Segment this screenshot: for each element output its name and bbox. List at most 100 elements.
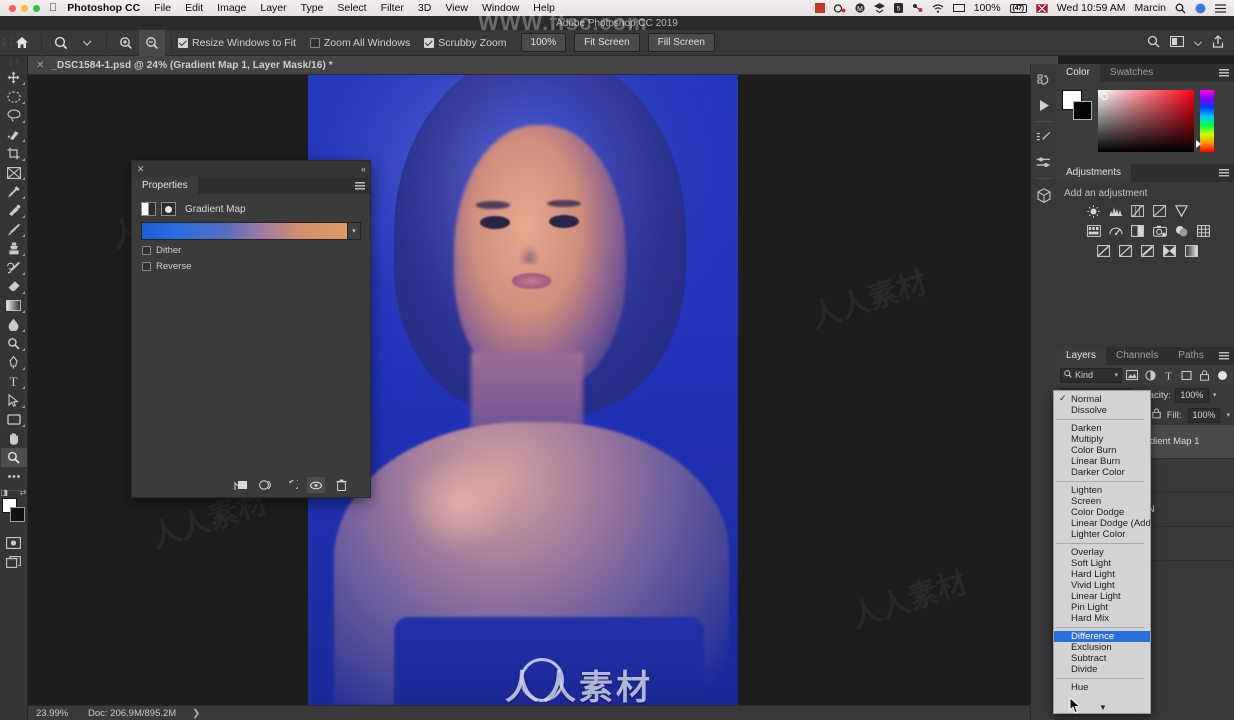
resize-windows-to-fit-checkbox[interactable]: Resize Windows to Fit	[178, 37, 296, 49]
black-white-icon[interactable]	[1130, 224, 1145, 238]
gradient-picker-row[interactable]: ▾	[132, 222, 370, 240]
menu-image[interactable]: Image	[217, 2, 246, 14]
gradient-preview[interactable]	[141, 222, 349, 240]
menu-item-soft-light[interactable]: Soft Light	[1054, 558, 1150, 569]
chevron-down-icon[interactable]: ▾	[1114, 371, 1118, 379]
close-window-button[interactable]	[9, 4, 16, 12]
default-colors-icon[interactable]: ◨	[1, 488, 9, 497]
layer-filter-kind-select[interactable]: Kind ▾	[1060, 367, 1122, 383]
camera-icon[interactable]	[833, 3, 846, 13]
clock-datetime[interactable]: Wed 10:59 AM	[1057, 2, 1126, 14]
filter-toggle-icon[interactable]	[1218, 370, 1227, 380]
checkbox-box[interactable]	[142, 262, 151, 271]
flag-icon[interactable]	[1035, 3, 1048, 13]
hue-slider[interactable]	[1196, 90, 1214, 152]
menu-item-hue[interactable]: Hue	[1054, 682, 1150, 693]
zoom-tool-icon[interactable]	[48, 30, 74, 56]
close-icon[interactable]: ✕	[137, 164, 145, 175]
brightness-contrast-icon[interactable]	[1086, 204, 1101, 218]
window-traffic-lights[interactable]	[0, 4, 40, 12]
color-swatch-pair[interactable]	[1062, 90, 1092, 120]
tab-layers[interactable]: Layers	[1056, 347, 1107, 365]
play-icon[interactable]	[1032, 94, 1056, 116]
zoom-100-button[interactable]: 100%	[520, 33, 567, 52]
panel-menu-icon[interactable]	[1219, 352, 1229, 360]
menu-item-multiply[interactable]: Multiply	[1054, 434, 1150, 445]
menu-item-hard-mix[interactable]: Hard Mix	[1054, 613, 1150, 624]
move-tool[interactable]	[1, 68, 27, 87]
menu-item-normal[interactable]: Normal	[1054, 393, 1150, 405]
hand-tool[interactable]	[1, 429, 27, 448]
menu-item-exclusion[interactable]: Exclusion	[1054, 642, 1150, 653]
path-selection-tool[interactable]	[1, 391, 27, 410]
blend-mode-dropdown-menu[interactable]: Normal Dissolve Darken Multiply Color Bu…	[1053, 390, 1151, 714]
adjustments-sliders-icon[interactable]	[1032, 151, 1056, 173]
swap-colors-icon[interactable]: ⇄	[20, 488, 27, 497]
zoom-tool[interactable]	[0, 448, 27, 467]
menu-item-linear-burn[interactable]: Linear Burn	[1054, 456, 1150, 467]
workspace-icon[interactable]	[1169, 35, 1185, 50]
chevron-down-icon[interactable]: ▾	[1213, 391, 1217, 399]
document-tab[interactable]: ✕ _DSC1584-1.psd @ 24% (Gradient Map 1, …	[28, 56, 1058, 75]
tab-color[interactable]: Color	[1056, 64, 1100, 82]
clone-stamp-tool[interactable]	[1, 239, 27, 258]
menu-window[interactable]: Window	[482, 2, 519, 14]
menu-item-linear-light[interactable]: Linear Light	[1054, 591, 1150, 602]
menu-item-color-burn[interactable]: Color Burn	[1054, 445, 1150, 456]
quick-selection-tool[interactable]	[1, 125, 27, 144]
color-field[interactable]	[1098, 90, 1194, 152]
checkbox-box[interactable]	[178, 37, 188, 48]
zoom-out-icon[interactable]	[139, 29, 165, 56]
dropbox-icon[interactable]	[814, 3, 825, 13]
dither-checkbox[interactable]: Dither	[132, 240, 370, 256]
eyedropper-tool[interactable]	[1, 182, 27, 201]
brush-tool[interactable]	[1, 220, 27, 239]
search-icon[interactable]	[1147, 35, 1160, 51]
zoom-in-icon[interactable]	[113, 30, 139, 56]
pen-tool[interactable]	[1, 353, 27, 372]
menu-item-screen[interactable]: Screen	[1054, 496, 1150, 507]
reverse-checkbox[interactable]: Reverse	[132, 256, 370, 272]
posterize-icon[interactable]	[1118, 244, 1133, 258]
menu-view[interactable]: View	[445, 2, 468, 14]
menu-app-name[interactable]: Photoshop CC	[67, 2, 140, 14]
menu-item-dissolve[interactable]: Dissolve	[1054, 405, 1150, 416]
selective-color-icon[interactable]	[1162, 244, 1177, 258]
menu-edit[interactable]: Edit	[185, 2, 203, 14]
dodge-tool[interactable]	[1, 334, 27, 353]
menu-item-pin-light[interactable]: Pin Light	[1054, 602, 1150, 613]
checkbox-box[interactable]	[309, 37, 320, 48]
maximize-window-button[interactable]	[33, 4, 40, 12]
vibrance-icon[interactable]	[1174, 204, 1189, 218]
frame-tool[interactable]	[1, 163, 27, 182]
background-color-swatch[interactable]	[9, 507, 25, 522]
history-icon[interactable]	[1032, 70, 1056, 92]
view-previous-state-icon[interactable]	[257, 477, 275, 493]
levels-icon[interactable]	[1108, 204, 1123, 218]
document-artboard[interactable]	[308, 75, 738, 705]
type-filter-icon[interactable]: T	[1160, 367, 1176, 383]
menu-layer[interactable]: Layer	[260, 2, 286, 14]
zoom-all-windows-checkbox[interactable]: Zoom All Windows	[309, 37, 410, 49]
menu-type[interactable]: Type	[301, 2, 324, 14]
wifi-icon[interactable]	[932, 3, 944, 13]
collapse-icon[interactable]: «	[361, 164, 366, 174]
color-lookup-icon[interactable]	[1196, 224, 1211, 238]
lock-all-icon[interactable]	[1152, 408, 1161, 422]
toggle-visibility-icon[interactable]	[307, 477, 325, 493]
dropbox-blue-icon[interactable]	[873, 3, 885, 13]
tab-adjustments[interactable]: Adjustments	[1056, 164, 1132, 182]
menu-filter[interactable]: Filter	[381, 2, 404, 14]
threshold-icon[interactable]	[1140, 244, 1155, 258]
menu-item-divide[interactable]: Divide	[1054, 664, 1150, 675]
menu-item-color-dodge[interactable]: Color Dodge	[1054, 507, 1150, 518]
brush-settings-icon[interactable]	[1032, 127, 1056, 149]
gradient-tool[interactable]	[1, 296, 27, 315]
marquee-tool[interactable]	[1, 87, 27, 106]
hue-slider-marker[interactable]	[1196, 140, 1201, 148]
pixel-filter-icon[interactable]	[1124, 367, 1140, 383]
screen-mode-icon[interactable]	[1, 552, 27, 571]
quick-mask-icon[interactable]	[1, 533, 27, 552]
chevron-down-icon[interactable]	[74, 30, 100, 56]
history-brush-tool[interactable]	[1, 258, 27, 277]
